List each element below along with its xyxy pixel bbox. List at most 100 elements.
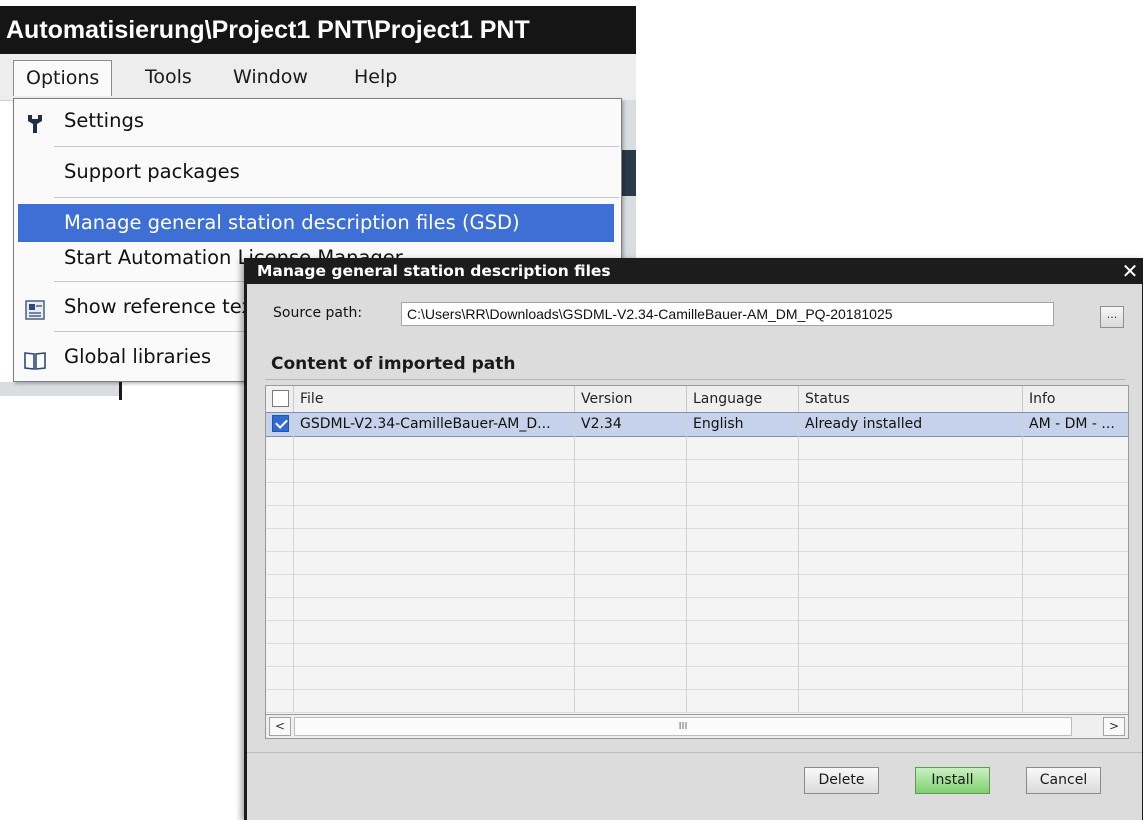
empty-cell [799,643,1023,666]
empty-cell [294,436,575,459]
cancel-button[interactable]: Cancel [1026,767,1101,794]
empty-cell [294,666,575,689]
menu-options[interactable]: Options [13,60,113,96]
menu-separator [54,146,619,147]
manage-gsd-dialog: Manage general station description files… [244,258,1143,820]
empty-cell [575,459,687,482]
column-header-file[interactable]: File [294,386,575,412]
cell-language: English [687,413,799,436]
empty-cell [294,551,575,574]
empty-cell [687,505,799,528]
empty-cell [1023,574,1128,597]
empty-cell [575,551,687,574]
empty-cell [266,505,294,528]
empty-cell [799,574,1023,597]
menu-item-support-packages[interactable]: Support packages [18,153,614,191]
empty-cell [294,597,575,620]
empty-cell [687,666,799,689]
empty-cell [799,436,1023,459]
empty-cell [1023,528,1128,551]
menu-bar: Options Tools Window Help [0,54,636,101]
empty-cell [266,597,294,620]
close-icon[interactable]: ✕ [1118,258,1142,284]
empty-cell [1023,551,1128,574]
empty-cell [294,689,575,712]
menu-window[interactable]: Window [221,60,320,96]
menu-separator [54,197,619,198]
empty-cell [575,689,687,712]
empty-cell [266,459,294,482]
empty-table-row [266,574,1128,598]
empty-cell [575,528,687,551]
delete-button[interactable]: Delete [804,767,879,794]
empty-table-row [266,459,1128,483]
column-header-version[interactable]: Version [575,386,687,412]
empty-table-row [266,620,1128,644]
empty-cell [1023,689,1128,712]
empty-cell [799,505,1023,528]
empty-cell [1023,666,1128,689]
window-title: Automatisierung\Project1 PNT\Project1 PN… [0,6,636,54]
empty-cell [266,551,294,574]
empty-cell [294,459,575,482]
empty-cell [575,620,687,643]
empty-cell [799,528,1023,551]
empty-cell [1023,643,1128,666]
menu-help[interactable]: Help [342,60,409,96]
horizontal-scrollbar[interactable]: < III > [265,714,1129,739]
footer-divider [247,752,1142,753]
section-divider [265,379,1125,380]
empty-cell [799,620,1023,643]
empty-cell [575,643,687,666]
row-checkbox[interactable] [272,415,289,432]
checkbox-column-header [266,386,294,412]
cell-file: GSDML-V2.34-CamilleBauer-AM_D... [294,413,575,436]
menu-item-manage-gsd[interactable]: Manage general station description files… [18,204,614,242]
empty-cell [799,689,1023,712]
column-header-status[interactable]: Status [799,386,1023,412]
menu-item-label: Global libraries [64,345,212,368]
empty-cell [687,574,799,597]
empty-table-row [266,597,1128,621]
empty-table-row [266,482,1128,506]
background-divider [119,382,122,400]
empty-cell [266,482,294,505]
empty-cell [266,689,294,712]
install-button[interactable]: Install [915,767,990,794]
empty-table-row [266,643,1128,667]
empty-cell [687,620,799,643]
empty-cell [266,436,294,459]
menu-tools[interactable]: Tools [133,60,204,96]
column-header-info[interactable]: Info [1023,386,1128,412]
menu-item-label: Settings [64,109,144,132]
empty-cell [294,620,575,643]
menu-item-settings[interactable]: Settings [18,102,614,140]
scroll-left-button[interactable]: < [269,717,291,736]
empty-table-row [266,436,1128,460]
empty-cell [687,689,799,712]
scroll-right-button[interactable]: > [1103,717,1125,736]
empty-cell [266,528,294,551]
empty-cell [294,482,575,505]
cell-version: V2.34 [575,413,687,436]
empty-cell [1023,459,1128,482]
empty-cell [575,482,687,505]
empty-cell [799,597,1023,620]
empty-cell [575,505,687,528]
empty-cell [1023,505,1128,528]
empty-cell [687,551,799,574]
browse-button[interactable]: ... [1100,306,1124,328]
scroll-thumb[interactable]: III [294,717,1072,736]
table-row[interactable]: GSDML-V2.34-CamilleBauer-AM_D... V2.34 E… [266,412,1128,437]
empty-cell [687,597,799,620]
empty-cell [799,459,1023,482]
empty-cell [575,597,687,620]
empty-cell [575,574,687,597]
empty-cell [1023,597,1128,620]
column-header-language[interactable]: Language [687,386,799,412]
empty-cell [575,666,687,689]
source-path-label: Source path: [273,305,363,321]
cell-status: Already installed [799,413,1023,436]
empty-cell [1023,436,1128,459]
source-path-input[interactable]: C:\Users\RR\Downloads\GSDML-V2.34-Camill… [401,302,1054,326]
